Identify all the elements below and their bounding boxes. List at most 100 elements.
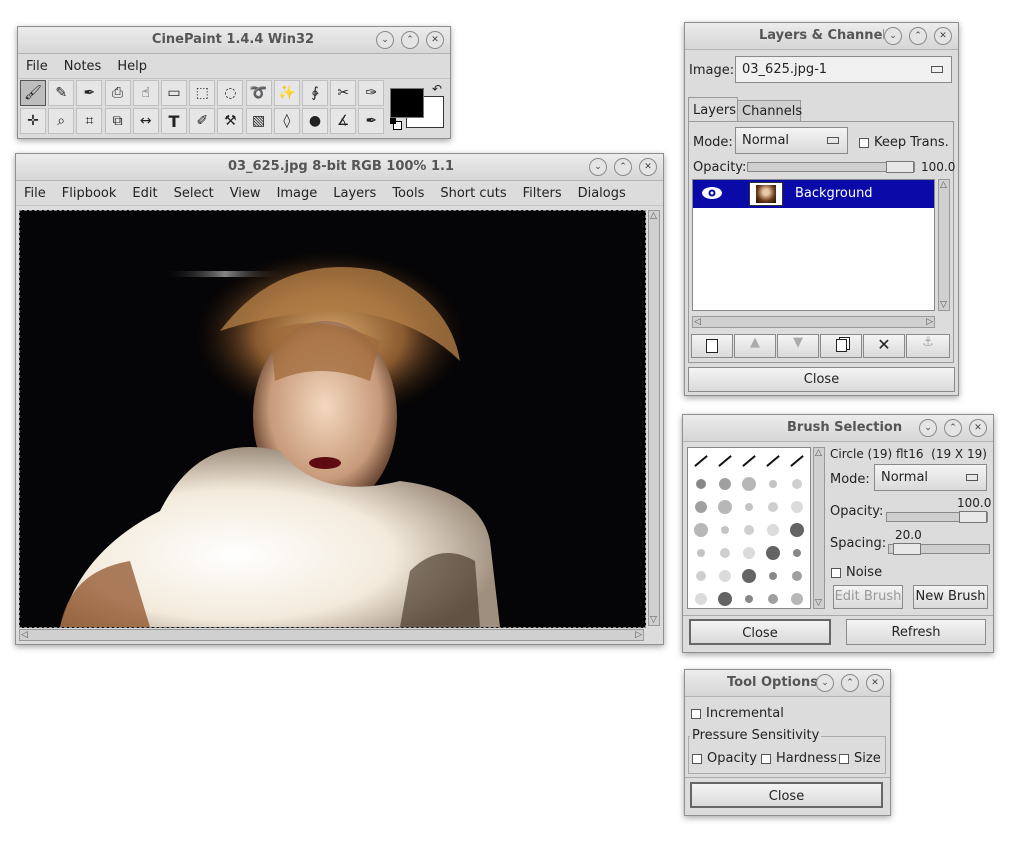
foreground-color-swatch[interactable] xyxy=(390,88,424,118)
blur-tool[interactable]: ◊ xyxy=(273,108,300,134)
slider-thumb[interactable] xyxy=(959,511,987,523)
brush-preview[interactable] xyxy=(690,450,712,472)
edit-brush-button[interactable]: Edit Brush xyxy=(833,585,903,609)
brush-preview[interactable] xyxy=(714,588,736,608)
brush-preview[interactable] xyxy=(738,565,760,587)
brush-preview[interactable] xyxy=(786,588,808,608)
close-icon[interactable]: ✕ xyxy=(934,27,952,45)
brush-preview[interactable] xyxy=(786,496,808,518)
brush-preview[interactable] xyxy=(786,542,808,564)
paintbrush-tool[interactable]: 🖌 xyxy=(20,80,46,106)
menu-notes[interactable]: Notes xyxy=(56,59,110,74)
brush-preview[interactable] xyxy=(690,496,712,518)
brush-grid[interactable] xyxy=(687,447,811,609)
brush-preview[interactable] xyxy=(714,450,736,472)
delete-layer-button[interactable]: ✕ xyxy=(863,334,905,358)
menu-image[interactable]: Image xyxy=(269,186,326,201)
swap-colors-icon[interactable]: ↶ xyxy=(432,82,442,96)
mode-select[interactable]: Normal xyxy=(735,127,848,154)
scroll-right-icon[interactable]: ▷ xyxy=(926,317,933,327)
menu-file[interactable]: File xyxy=(16,186,54,201)
brush-opacity-slider[interactable] xyxy=(886,511,988,523)
image-vertical-scrollbar[interactable]: △ ▽ xyxy=(648,210,660,626)
maximize-icon[interactable]: ⌃ xyxy=(614,158,632,176)
layer-opacity-slider[interactable] xyxy=(747,161,915,173)
pressure-hardness-box[interactable] xyxy=(761,753,771,764)
maximize-icon[interactable]: ⌃ xyxy=(909,27,927,45)
slider-thumb[interactable] xyxy=(893,543,921,555)
tool-options-close-button[interactable]: Close xyxy=(690,782,883,808)
menu-layers[interactable]: Layers xyxy=(325,186,384,201)
brush-spacing-slider[interactable] xyxy=(888,543,990,555)
color-picker-tool[interactable]: ✐ xyxy=(189,108,216,134)
rect-select-tool[interactable]: ⬚ xyxy=(189,80,216,106)
brush-preview[interactable] xyxy=(786,450,808,472)
brush-preview[interactable] xyxy=(714,565,736,587)
gradient-tool[interactable]: ▧ xyxy=(245,108,272,134)
pressure-opacity-box[interactable] xyxy=(692,753,702,764)
brush-preview[interactable] xyxy=(714,519,736,541)
brush-preview[interactable] xyxy=(786,565,808,587)
brush-preview[interactable] xyxy=(738,450,760,472)
brush-preview[interactable] xyxy=(714,542,736,564)
transform-tool[interactable]: ⧉ xyxy=(104,108,131,134)
scroll-up-icon[interactable]: △ xyxy=(815,448,822,458)
bezier-select-tool[interactable]: ∳ xyxy=(302,80,328,106)
scissors-tool[interactable]: ✂ xyxy=(330,80,357,106)
brush-preview[interactable] xyxy=(762,565,784,587)
close-icon[interactable]: ✕ xyxy=(866,674,884,692)
scroll-up-icon[interactable]: △ xyxy=(650,211,657,221)
brush-preview[interactable] xyxy=(738,473,760,495)
measure-tool[interactable]: ∡ xyxy=(330,108,357,134)
noise-checkbox[interactable]: Noise xyxy=(831,565,882,580)
menu-shortcuts[interactable]: Short cuts xyxy=(432,186,514,201)
pressure-hardness-checkbox[interactable]: Hardness xyxy=(761,751,837,766)
close-icon[interactable]: ✕ xyxy=(639,158,657,176)
image-horizontal-scrollbar[interactable]: ◁ ▷ xyxy=(19,629,644,641)
brush-preview[interactable] xyxy=(690,542,712,564)
lower-layer-button[interactable]: ▼ xyxy=(777,334,819,358)
menu-select[interactable]: Select xyxy=(166,186,222,201)
noise-box[interactable] xyxy=(831,567,841,578)
default-colors-icon[interactable] xyxy=(390,118,402,130)
smudge-tool[interactable]: ☝ xyxy=(132,80,159,106)
brush-preview[interactable] xyxy=(690,519,712,541)
layers-titlebar[interactable]: Layers & Channels ⌄ ⌃ ✕ xyxy=(685,23,958,50)
layers-close-button[interactable]: Close xyxy=(688,367,955,392)
new-layer-button[interactable] xyxy=(691,334,733,358)
scroll-right-icon[interactable]: ▷ xyxy=(635,630,642,640)
brush-grid-vscroll[interactable]: △ ▽ xyxy=(813,447,825,609)
text-tool[interactable]: T xyxy=(161,108,187,134)
menu-edit[interactable]: Edit xyxy=(124,186,165,201)
brush-preview[interactable] xyxy=(738,496,760,518)
brush-preview[interactable] xyxy=(738,588,760,608)
brush-preview[interactable] xyxy=(690,565,712,587)
scroll-down-icon[interactable]: ▽ xyxy=(650,615,657,625)
incremental-checkbox[interactable]: Incremental xyxy=(691,706,784,721)
maximize-icon[interactable]: ⌃ xyxy=(944,419,962,437)
brush-mode-select[interactable]: Normal xyxy=(874,464,987,491)
scroll-left-icon[interactable]: ◁ xyxy=(21,630,28,640)
brush-preview[interactable] xyxy=(762,519,784,541)
lasso-tool[interactable]: ➰ xyxy=(245,80,272,106)
ink-pen-tool[interactable]: ✑ xyxy=(358,80,385,106)
tab-layers[interactable]: Layers xyxy=(688,97,738,122)
minimize-icon[interactable]: ⌄ xyxy=(589,158,607,176)
close-icon[interactable]: ✕ xyxy=(426,31,444,49)
layer-row-background[interactable]: Background xyxy=(693,180,934,208)
keep-trans-checkbox[interactable]: Keep Trans. xyxy=(859,135,949,150)
pencil-tool[interactable]: ✎ xyxy=(48,80,75,106)
tab-channels[interactable]: Channels xyxy=(737,100,802,122)
slider-thumb[interactable] xyxy=(886,161,914,173)
menu-file[interactable]: File xyxy=(18,59,56,74)
clone-stamp-tool[interactable]: ⎙ xyxy=(104,80,131,106)
brush-refresh-button[interactable]: Refresh xyxy=(846,619,986,645)
ellipse-select-tool[interactable]: ◌ xyxy=(217,80,244,106)
keep-trans-box[interactable] xyxy=(859,137,869,148)
brush-preview[interactable] xyxy=(690,588,712,608)
tool-options-titlebar[interactable]: Tool Options ⌄ ⌃ ✕ xyxy=(685,670,890,697)
layer-list-vscroll[interactable]: △ ▽ xyxy=(938,179,950,311)
brush-preview[interactable] xyxy=(786,519,808,541)
minimize-icon[interactable]: ⌄ xyxy=(884,27,902,45)
eye-icon[interactable] xyxy=(701,186,723,200)
